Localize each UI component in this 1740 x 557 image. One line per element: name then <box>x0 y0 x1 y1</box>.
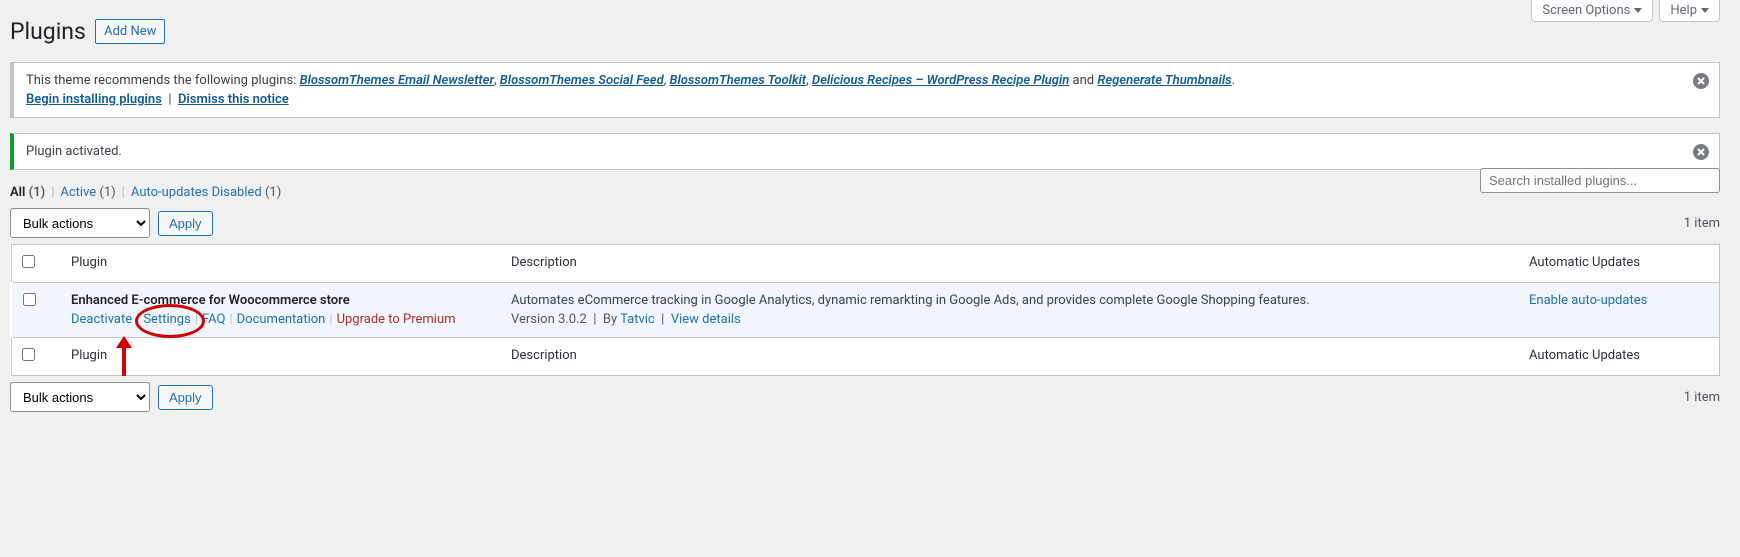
begin-installing-link[interactable]: Begin installing plugins <box>26 92 162 107</box>
chevron-down-icon <box>1634 8 1642 13</box>
close-icon[interactable] <box>1691 142 1711 162</box>
bulk-action-select[interactable]: Bulk actions <box>10 382 150 412</box>
column-plugin[interactable]: Plugin <box>61 245 501 283</box>
plugin-status-filters: All (1) Active (1) Auto-updates Disabled… <box>10 185 1720 200</box>
documentation-link[interactable]: Documentation <box>237 312 326 327</box>
item-count: 1 item <box>1684 390 1720 405</box>
settings-link[interactable]: Settings <box>143 312 190 327</box>
recommended-plugin-link[interactable]: Regenerate Thumbnails <box>1097 73 1231 88</box>
view-details-link[interactable]: View details <box>671 312 741 327</box>
notice-prefix: This theme recommends the following plug… <box>26 73 300 88</box>
notice-and: and <box>1073 73 1098 88</box>
help-button[interactable]: Help <box>1659 0 1720 22</box>
page-title: Plugins <box>10 18 86 45</box>
add-new-button[interactable]: Add New <box>95 19 165 44</box>
theme-recommend-notice: This theme recommends the following plug… <box>10 62 1720 118</box>
plugin-activated-notice: Plugin activated. <box>10 133 1720 170</box>
dismiss-notice-link[interactable]: Dismiss this notice <box>178 92 289 107</box>
recommended-plugin-link[interactable]: Delicious Recipes – WordPress Recipe Plu… <box>812 73 1069 88</box>
help-label: Help <box>1670 3 1697 18</box>
column-auto-updates[interactable]: Automatic Updates <box>1519 338 1720 376</box>
item-count: 1 item <box>1684 216 1720 231</box>
select-all-checkbox[interactable] <box>22 255 35 268</box>
plugin-name: Enhanced E-commerce for Woocommerce stor… <box>71 293 491 308</box>
enable-auto-updates-link[interactable]: Enable auto-updates <box>1529 293 1647 308</box>
chevron-down-icon <box>1701 8 1709 13</box>
screen-options-button[interactable]: Screen Options <box>1531 0 1653 22</box>
column-description[interactable]: Description <box>501 338 1519 376</box>
plugin-by: By <box>603 312 617 327</box>
activated-text: Plugin activated. <box>26 144 122 159</box>
plugin-author-link[interactable]: Tatvic <box>620 312 655 327</box>
filter-all[interactable]: All (1) <box>10 185 45 200</box>
recommended-plugin-link[interactable]: BlossomThemes Email Newsletter <box>300 73 494 88</box>
plugin-version: Version 3.0.2 <box>511 312 587 327</box>
table-row: Enhanced E-commerce for Woocommerce stor… <box>12 283 1720 338</box>
column-plugin[interactable]: Plugin <box>61 338 501 376</box>
column-auto-updates[interactable]: Automatic Updates <box>1519 245 1720 283</box>
deactivate-link[interactable]: Deactivate <box>71 312 132 327</box>
faq-link[interactable]: FAQ <box>202 312 225 327</box>
select-all-checkbox[interactable] <box>22 348 35 361</box>
recommended-plugin-link[interactable]: BlossomThemes Social Feed <box>500 73 664 88</box>
apply-button[interactable]: Apply <box>158 211 213 236</box>
recommended-plugin-link[interactable]: BlossomThemes Toolkit <box>669 73 806 88</box>
apply-button[interactable]: Apply <box>158 385 213 410</box>
filter-active[interactable]: Active (1) <box>60 185 115 200</box>
row-checkbox[interactable] <box>23 293 36 306</box>
row-actions: Deactivate|Settings|FAQ|Documentation|Up… <box>71 312 491 327</box>
search-input[interactable] <box>1480 168 1720 193</box>
plugin-description: Automates eCommerce tracking in Google A… <box>511 293 1509 308</box>
bulk-action-select[interactable]: Bulk actions <box>10 208 150 238</box>
filter-auto-updates-disabled[interactable]: Auto-updates Disabled (1) <box>131 185 281 200</box>
close-icon[interactable] <box>1691 71 1711 91</box>
column-description[interactable]: Description <box>501 245 1519 283</box>
screen-options-label: Screen Options <box>1542 3 1630 18</box>
upgrade-link[interactable]: Upgrade to Premium <box>337 312 456 327</box>
